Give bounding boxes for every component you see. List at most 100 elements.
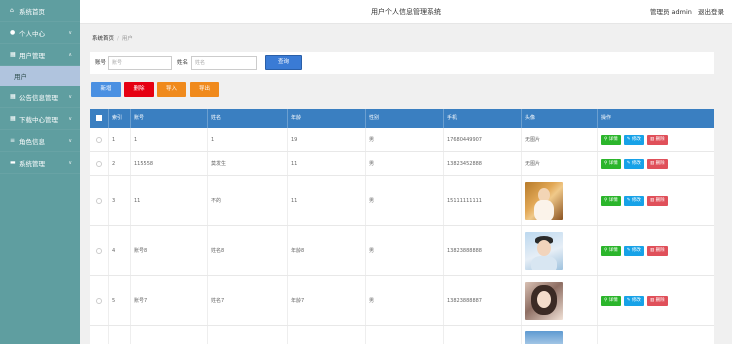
cell-phone: 13823452888 [443, 152, 521, 175]
edit-button[interactable]: ✎ 修改 [623, 295, 644, 306]
cell-index: 5 [108, 276, 130, 325]
column-header: 年龄 [287, 109, 365, 128]
cell-phone: 17680449907 [443, 128, 521, 151]
table-row: 2 115558 莫发生 11 男 13823452888 无图片 ⚲ 详情 ✎… [90, 152, 714, 176]
chevron-up-icon: ∧ [68, 51, 72, 58]
cell-account: 115558 [130, 152, 207, 175]
delete-button[interactable]: 删除 [124, 82, 154, 97]
cell-phone: 13823888888 [443, 226, 521, 275]
edit-button[interactable]: ✎ 修改 [623, 245, 644, 256]
column-header: 姓名 [207, 109, 287, 128]
row-checkbox[interactable] [90, 226, 108, 275]
sidebar-item-personal-center[interactable]: ● 个人中心 ∨ [0, 22, 80, 44]
cell-avatar [521, 176, 597, 225]
row-checkbox[interactable] [90, 152, 108, 175]
sidebar-item-user-management[interactable]: ▦ 用户管理 ∧ [0, 44, 80, 66]
column-header: 头像 [521, 109, 597, 128]
user-info: 管理员 admin 退出登录 [650, 0, 724, 24]
column-header: 性别 [365, 109, 443, 128]
add-button[interactable]: 新增 [91, 82, 121, 97]
row-checkbox[interactable] [90, 176, 108, 225]
column-header: 索引 [108, 109, 130, 128]
avatar-image [525, 281, 563, 320]
avatar-image [525, 331, 563, 344]
chevron-down-icon: ∨ [68, 159, 72, 166]
sidebar-item-download-center[interactable]: ▦ 下载中心管理 ∨ [0, 108, 80, 130]
delete-row-button[interactable]: ▥ 删除 [646, 245, 668, 256]
export-button[interactable]: 导出 [190, 82, 219, 97]
cell-name: 姓名7 [207, 276, 287, 325]
cell-avatar [521, 276, 597, 325]
avatar-image [525, 181, 563, 220]
row-checkbox[interactable] [90, 276, 108, 325]
user-icon: ● [10, 29, 16, 36]
edit-button[interactable]: ✎ 修改 [623, 195, 644, 206]
table-row: 4 账号8 姓名8 年龄8 男 13823888888 ⚲ 详情 ✎ 修改 ▥ … [90, 226, 714, 276]
breadcrumb-home[interactable]: 系统首页 [92, 36, 114, 42]
cell-name: 姓名8 [207, 226, 287, 275]
cell-avatar: 无图片 [521, 128, 597, 151]
cell-avatar: 无图片 [521, 152, 597, 175]
detail-button[interactable]: ⚲ 详情 [601, 295, 621, 306]
row-checkbox[interactable] [90, 326, 108, 344]
sidebar-item-label: 个人中心 [19, 29, 45, 38]
detail-button[interactable]: ⚲ 详情 [601, 158, 621, 169]
name-input[interactable]: 姓名 [191, 56, 257, 70]
name-label: 姓名 [177, 60, 189, 66]
cell-age: 年龄7 [287, 276, 365, 325]
detail-button[interactable]: ⚲ 详情 [601, 195, 621, 206]
account-input[interactable]: 账号 [108, 56, 172, 70]
sidebar-item-label: 下载中心管理 [19, 115, 58, 124]
edit-button[interactable]: ✎ 修改 [623, 134, 644, 145]
sidebar-item-label: 用户管理 [19, 51, 45, 60]
header: 用户个人信息管理系统 管理员 admin 退出登录 [80, 0, 732, 24]
sidebar-item-label: 角色信息 [19, 137, 45, 146]
breadcrumb-separator: / [117, 36, 119, 42]
account-label: 账号 [95, 60, 107, 66]
sidebar-item-role-info[interactable]: ≡ 角色信息 ∨ [0, 130, 80, 152]
table-row: 3 11 不的 11 男 15111111111 ⚲ 详情 ✎ 修改 ▥ 删除 [90, 176, 714, 226]
cell-name: 不的 [207, 176, 287, 225]
query-button[interactable]: 查询 [265, 55, 302, 70]
cell-age: 年龄8 [287, 226, 365, 275]
row-checkbox[interactable] [90, 128, 108, 151]
sidebar-item-announcement-management[interactable]: ▦ 公告信息管理 ∨ [0, 86, 80, 108]
cell-account: 1 [130, 128, 207, 151]
cell-gender: 男 [365, 152, 443, 175]
sidebar: ⌂ 系统首页 ● 个人中心 ∨ ▦ 用户管理 ∧ 用户 ▦ 公告信息管理 ∨ ▦… [0, 0, 80, 344]
select-all-checkbox[interactable] [90, 109, 108, 128]
sidebar-item-label: 系统首页 [19, 7, 45, 16]
edit-button[interactable]: ✎ 修改 [623, 158, 644, 169]
cell-phone: 13823888887 [443, 276, 521, 325]
detail-button[interactable]: ⚲ 详情 [601, 134, 621, 145]
cell-index: 3 [108, 176, 130, 225]
detail-button[interactable]: ⚲ 详情 [601, 245, 621, 256]
table-header: 索引 账号 姓名 年龄 性别 手机 头像 操作 [90, 109, 714, 128]
cell-phone: 15111111111 [443, 176, 521, 225]
user-role: 管理员 [649, 8, 670, 16]
logout-link[interactable]: 退出登录 [698, 8, 724, 16]
grid-icon: ▦ [10, 93, 16, 100]
table-row: 1 1 1 19 男 17680449907 无图片 ⚲ 详情 ✎ 修改 ▥ 删… [90, 128, 714, 152]
list-icon: ≡ [10, 137, 16, 144]
sidebar-item-system-management[interactable]: ▬ 系统管理 ∨ [0, 152, 80, 174]
cell-name: 莫发生 [207, 152, 287, 175]
delete-row-button[interactable]: ▥ 删除 [646, 195, 668, 206]
cell-gender: 男 [365, 176, 443, 225]
chevron-down-icon: ∨ [68, 29, 72, 36]
cell-actions: ⚲ 详情 ✎ 修改 ▥ 删除 [597, 226, 714, 275]
username: admin [671, 8, 692, 16]
cell-index: 4 [108, 226, 130, 275]
sidebar-subitem-users[interactable]: 用户 [0, 66, 80, 86]
import-button[interactable]: 导入 [157, 82, 186, 97]
cell-avatar [521, 326, 597, 344]
sidebar-item-home[interactable]: ⌂ 系统首页 [0, 0, 80, 22]
delete-row-button[interactable]: ▥ 删除 [646, 295, 668, 306]
breadcrumb-current: 用户 [121, 36, 133, 42]
delete-row-button[interactable]: ▥ 删除 [646, 158, 668, 169]
cell-avatar [521, 226, 597, 275]
column-header: 操作 [597, 109, 714, 128]
scrollbar[interactable] [726, 24, 732, 344]
cell-account: 11 [130, 176, 207, 225]
delete-row-button[interactable]: ▥ 删除 [646, 134, 668, 145]
